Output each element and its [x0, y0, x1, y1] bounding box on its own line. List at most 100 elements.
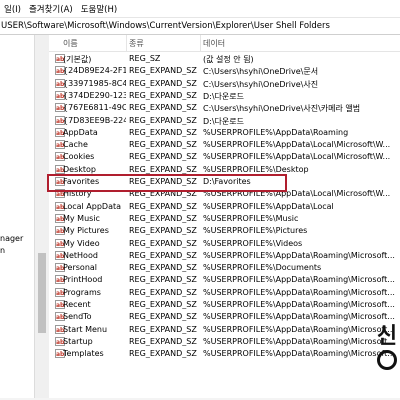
value-data: %USERPROFILE%\AppData\Roaming: [203, 127, 349, 137]
address-bar[interactable]: USER\Software\Microsoft\Windows\CurrentV…: [0, 18, 400, 35]
value-name: {7D83EE9B-224...: [63, 115, 126, 125]
table-row[interactable]: ab NetHood REG_EXPAND_SZ %USERPROFILE%\AppD…: [49, 250, 400, 262]
value-type: REG_EXPAND_SZ: [129, 177, 197, 186]
column-header-name[interactable]: 이름: [63, 38, 78, 49]
value-data: %USERPROFILE%\AppData\Local\Microsoft\W.…: [203, 152, 391, 162]
value-data: %USERPROFILE%\AppData\Local: [203, 201, 334, 211]
value-name: Desktop: [63, 164, 96, 174]
table-row[interactable]: ab My Music REG_EXPAND_SZ %USERPROFILE%\Mus…: [49, 213, 400, 225]
value-type: REG_SZ: [129, 54, 161, 63]
table-row[interactable]: ab Personal REG_EXPAND_SZ %USERPROFILE%\Doc…: [49, 262, 400, 274]
value-type: REG_EXPAND_SZ: [129, 140, 197, 150]
value-data: %USERPROFILE%\AppData\Roaming\Microsoft.…: [203, 250, 395, 260]
value-type: REG_EXPAND_SZ: [129, 78, 197, 88]
table-row[interactable]: ab{767E6811-49C...REG_EXPAND_SZC:\Users\…: [49, 102, 400, 114]
value-data: %USERPROFILE%\AppData\Roaming\Microsoft.…: [203, 336, 395, 346]
value-name: PrintHood: [63, 275, 103, 285]
value-name: {374DE290-123...: [63, 90, 126, 100]
watermark-logo: 신: [376, 326, 398, 372]
value-type: REG_EXPAND_SZ: [129, 250, 197, 260]
table-row[interactable]: ab PrintHood REG_EXPAND_SZ %USERPROFILE%\Ap…: [49, 274, 400, 286]
value-name: Cookies: [63, 152, 95, 162]
table-row[interactable]: ab Desktop REG_EXPAND_SZ %USERPROFILE%\Desk…: [49, 164, 400, 176]
table-row[interactable]: ab (기본값) REG_SZ (값 설정 안 됨): [49, 53, 400, 65]
address-path[interactable]: USER\Software\Microsoft\Windows\CurrentV…: [0, 21, 330, 31]
tree-item-partial-2[interactable]: n: [0, 246, 5, 255]
menu-help[interactable]: 도움말(H): [77, 3, 121, 15]
watermark-circle: [377, 350, 397, 370]
menu-bar: 일(I) 즐겨찾기(A) 도움말(H): [0, 0, 400, 18]
table-row[interactable]: ab Recent REG_EXPAND_SZ %USERPROFILE%\AppDa…: [49, 299, 400, 311]
table-row[interactable]: ab Templates REG_EXPAND_SZ %USERPROFILE%\Ap…: [49, 348, 400, 360]
column-separator[interactable]: [200, 35, 201, 51]
value-name: History: [63, 189, 92, 199]
value-type: REG_EXPAND_SZ: [129, 275, 197, 285]
value-type: REG_EXPAND_SZ: [129, 213, 197, 223]
value-type: REG_EXPAND_SZ: [129, 287, 197, 297]
value-name: Startup: [63, 336, 93, 346]
menu-favorites-partial[interactable]: 일(I): [0, 3, 25, 15]
table-row[interactable]: ab Startup REG_EXPAND_SZ %USERPROFILE%\AppD…: [49, 336, 400, 348]
value-name: AppData: [63, 127, 98, 137]
value-data: C:\Users\hsyhi\OneDrive\문서: [203, 67, 319, 77]
table-row[interactable]: ab Cookies REG_EXPAND_SZ %USERPROFILE%\AppD…: [49, 151, 400, 163]
table-row[interactable]: ab My Video REG_EXPAND_SZ %USERPROFILE%\Vid…: [49, 238, 400, 250]
column-separator[interactable]: [126, 35, 127, 51]
value-data: %USERPROFILE%\AppData\Roaming\Microsoft.…: [203, 300, 395, 309]
value-type: REG_EXPAND_SZ: [129, 349, 197, 359]
value-data: %USERPROFILE%\AppData\Roaming\Microsoft.…: [203, 275, 395, 285]
table-row[interactable]: ab{33971985-8C4...REG_EXPAND_SZC:\Users\…: [49, 78, 400, 90]
value-type: REG_EXPAND_SZ: [129, 324, 197, 334]
tree-item-partial-1[interactable]: nager: [0, 234, 23, 243]
value-data: D:\Favorites: [203, 177, 251, 186]
value-name: {33971985-8C4...: [63, 78, 126, 88]
scrollbar-thumb[interactable]: [38, 253, 46, 333]
value-data: %USERPROFILE%\Videos: [203, 238, 303, 248]
value-data: %USERPROFILE%\Documents: [203, 263, 322, 273]
value-name: SendTo: [63, 312, 92, 322]
menu-favorites[interactable]: 즐겨찾기(A): [25, 3, 77, 15]
registry-tree: nager n: [0, 35, 35, 400]
value-type: REG_EXPAND_SZ: [129, 66, 197, 76]
table-row[interactable]: ab{374DE290-123...REG_EXPAND_SZD:\다운로드: [49, 90, 400, 102]
value-name: Programs: [63, 287, 101, 297]
tree-scrollbar[interactable]: [34, 35, 50, 400]
column-header-data[interactable]: 데이터: [203, 38, 225, 49]
value-type: REG_EXPAND_SZ: [129, 263, 197, 273]
value-data: D:\다운로드: [203, 91, 244, 101]
values-list: 이름 종류 데이터 ab (기본값) REG_SZ (값 설정 안 됨) ab {24D8…: [49, 35, 400, 400]
table-row[interactable]: ab AppData REG_EXPAND_SZ %USERPROFILE%\AppD…: [49, 127, 400, 139]
value-name: Recent: [63, 300, 91, 309]
value-name: Start Menu: [63, 324, 108, 334]
value-type: REG_EXPAND_SZ: [129, 189, 197, 199]
table-row[interactable]: ab Start Menu REG_EXPAND_SZ %USERPROFILE%\A…: [49, 324, 400, 336]
value-type: REG_EXPAND_SZ: [129, 115, 197, 125]
column-header-type[interactable]: 종류: [129, 38, 144, 49]
value-name: Templates: [63, 349, 104, 359]
value-data: %USERPROFILE%\AppData\Roaming\Microsoft.…: [203, 349, 395, 359]
watermark-text: 신: [376, 324, 398, 349]
value-type: REG_EXPAND_SZ: [129, 103, 197, 113]
value-name: My Video: [63, 238, 100, 248]
value-type: REG_EXPAND_SZ: [129, 90, 197, 100]
value-data: D:\다운로드: [203, 116, 244, 126]
table-row[interactable]: ab History REG_EXPAND_SZ %USERPROFILE%\AppD…: [49, 188, 400, 200]
table-row[interactable]: ab Favorites REG_EXPAND_SZ D:\Favorites: [49, 176, 400, 188]
table-row[interactable]: ab Local AppData REG_EXPAND_SZ %USERPROFILE…: [49, 201, 400, 213]
table-row[interactable]: ab{7D83EE9B-224...REG_EXPAND_SZD:\다운로드: [49, 115, 400, 127]
table-row[interactable]: ab SendTo REG_EXPAND_SZ %USERPROFILE%\AppDa…: [49, 311, 400, 323]
value-name: (기본값): [63, 55, 92, 64]
value-data: %USERPROFILE%\AppData\Roaming\Microsoft.…: [203, 312, 395, 322]
list-header: 이름 종류 데이터: [49, 35, 400, 52]
value-data: C:\Users\hsyhi\OneDrive\사진\카메라 앨범: [203, 104, 361, 114]
value-type: REG_EXPAND_SZ: [129, 127, 197, 137]
table-row[interactable]: ab My Pictures REG_EXPAND_SZ %USERPROFILE%\…: [49, 225, 400, 237]
value-name: My Music: [63, 213, 100, 223]
value-data: %USERPROFILE%\AppData\Local\Microsoft\W.…: [203, 140, 391, 150]
table-row[interactable]: ab Cache REG_EXPAND_SZ %USERPROFILE%\AppDat…: [49, 139, 400, 151]
table-row[interactable]: ab Programs REG_EXPAND_SZ %USERPROFILE%\App…: [49, 287, 400, 299]
value-data: %USERPROFILE%\AppData\Roaming\Microsoft.…: [203, 287, 395, 297]
value-type: REG_EXPAND_SZ: [129, 238, 197, 248]
value-data: (값 설정 안 됨): [203, 55, 254, 64]
table-row[interactable]: ab{24D89E24-2F1...REG_EXPAND_SZC:\Users\…: [49, 65, 400, 77]
